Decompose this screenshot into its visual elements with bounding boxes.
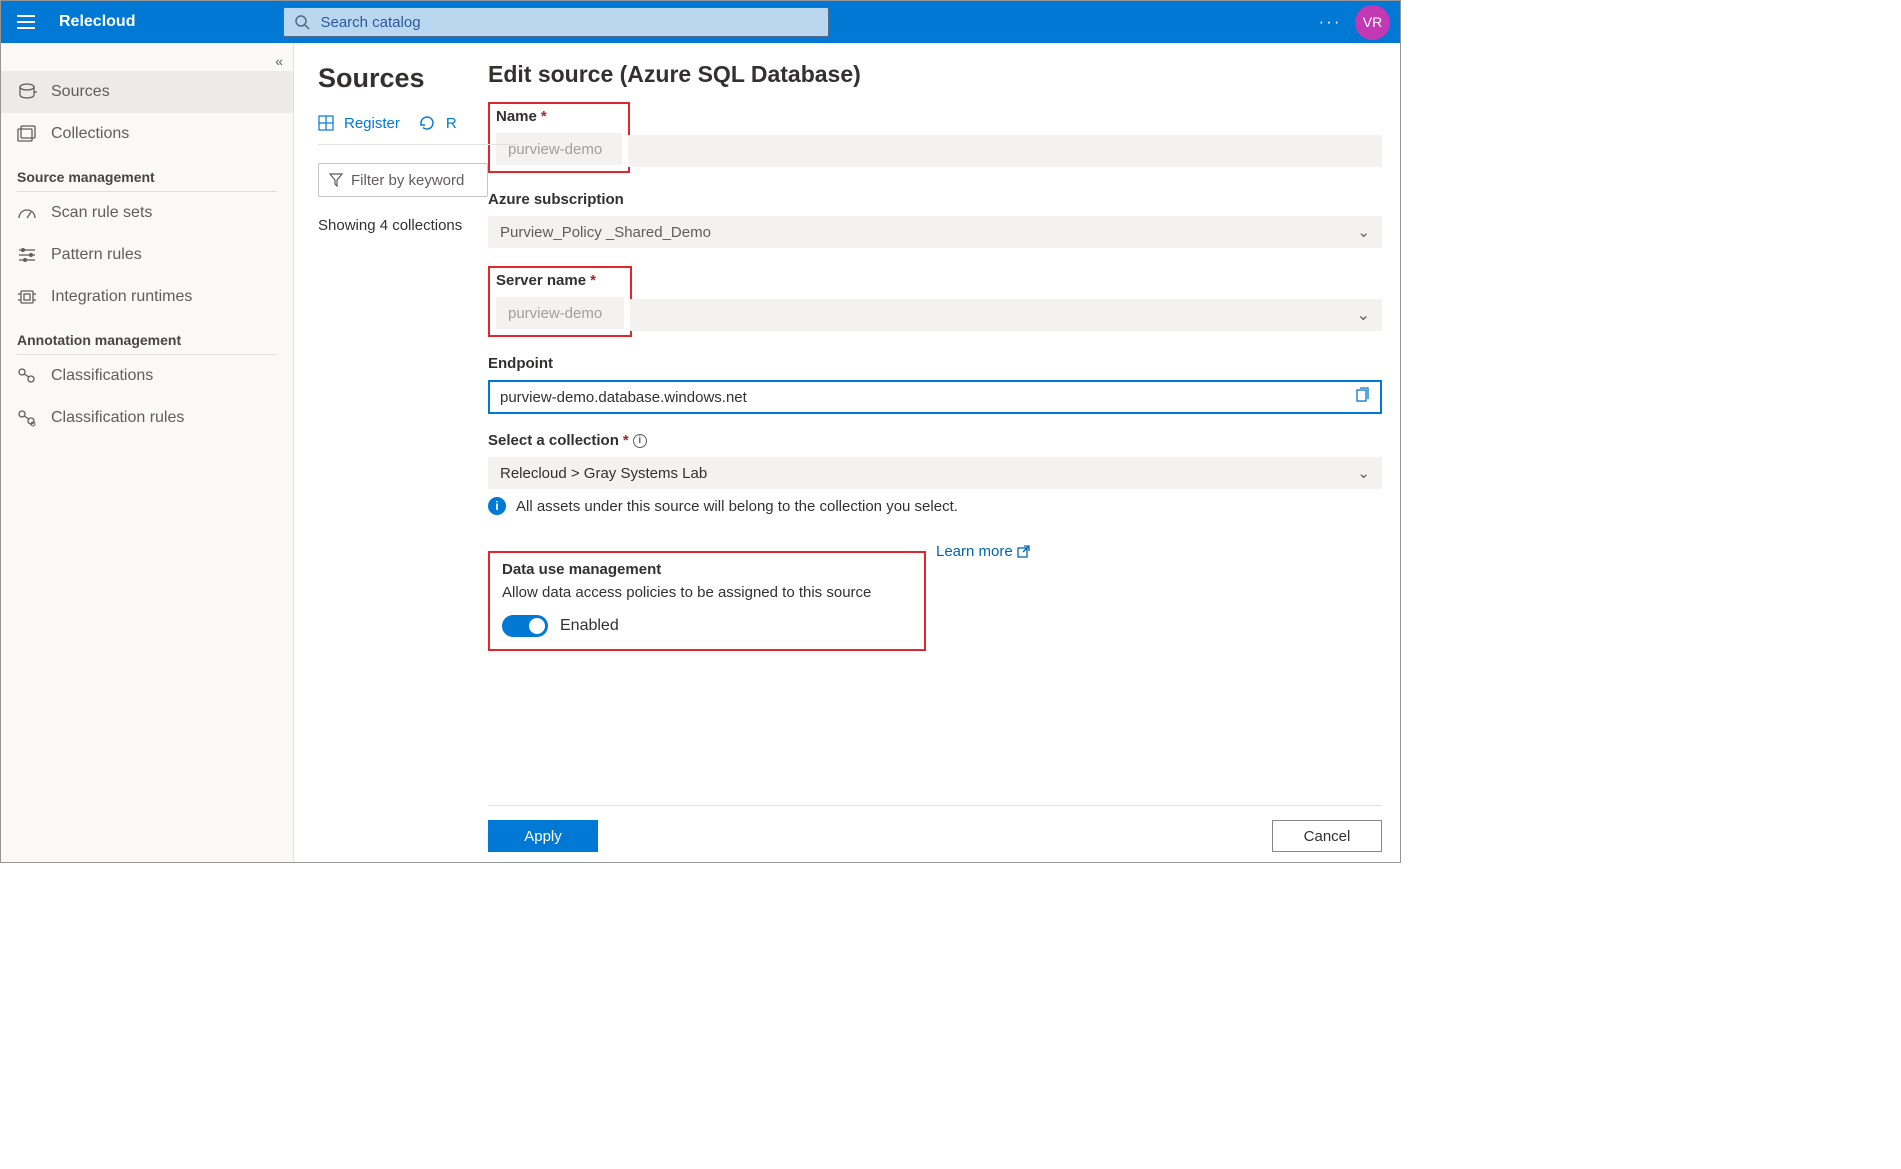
subscription-label: Azure subscription bbox=[488, 191, 624, 208]
chevron-down-icon: ⌄ bbox=[1357, 464, 1370, 482]
sidebar-item-label: Collections bbox=[51, 125, 129, 143]
chip-icon bbox=[17, 287, 37, 307]
filter-icon bbox=[329, 173, 343, 187]
server-name-highlight: Server name * purview-demo bbox=[488, 266, 632, 337]
cancel-button[interactable]: Cancel bbox=[1272, 820, 1382, 852]
data-use-desc: Allow data access policies to be assigne… bbox=[502, 584, 912, 601]
sidebar-item-pattern-rules[interactable]: Pattern rules bbox=[1, 234, 293, 276]
panel-title: Edit source (Azure SQL Database) bbox=[488, 61, 1382, 88]
subscription-select[interactable]: Purview_Policy _Shared_Demo ⌄ bbox=[488, 216, 1382, 248]
sidebar: « Sources Collections Source management … bbox=[1, 43, 294, 862]
search-input[interactable] bbox=[320, 14, 818, 31]
endpoint-label: Endpoint bbox=[488, 355, 553, 372]
collection-select[interactable]: Relecloud > Gray Systems Lab ⌄ bbox=[488, 457, 1382, 489]
grid-icon bbox=[318, 115, 334, 131]
refresh-icon[interactable] bbox=[418, 114, 436, 132]
gauge-icon bbox=[17, 203, 37, 223]
collections-icon bbox=[17, 124, 37, 144]
collapse-sidebar-button[interactable]: « bbox=[275, 53, 283, 69]
classify-rules-icon bbox=[17, 408, 37, 428]
search-box[interactable] bbox=[283, 7, 829, 37]
sources-title: Sources bbox=[318, 63, 464, 94]
refresh-label-partial: R bbox=[446, 115, 457, 132]
endpoint-input[interactable]: purview-demo.database.windows.net bbox=[488, 380, 1382, 414]
copy-icon[interactable] bbox=[1354, 387, 1370, 407]
sidebar-item-label: Sources bbox=[51, 83, 110, 101]
apply-button[interactable]: Apply bbox=[488, 820, 598, 852]
data-use-title: Data use management bbox=[502, 561, 912, 578]
edit-source-panel: Edit source (Azure SQL Database) Name * … bbox=[464, 43, 1400, 862]
sources-pane: Sources Register R Filter by keyword Sho… bbox=[294, 43, 464, 862]
sidebar-item-label: Classification rules bbox=[51, 409, 184, 427]
toggle-label: Enabled bbox=[560, 617, 619, 635]
panel-footer: Apply Cancel bbox=[488, 805, 1382, 862]
sidebar-item-label: Pattern rules bbox=[51, 246, 142, 264]
required-marker: * bbox=[541, 108, 547, 125]
sidebar-item-label: Integration runtimes bbox=[51, 288, 192, 306]
sidebar-item-label: Classifications bbox=[51, 367, 153, 385]
filter-input[interactable]: Filter by keyword bbox=[318, 163, 488, 197]
filter-placeholder: Filter by keyword bbox=[351, 172, 464, 189]
classify-icon bbox=[17, 366, 37, 386]
collection-hint: All assets under this source will belong… bbox=[516, 498, 958, 515]
user-avatar[interactable]: VR bbox=[1355, 5, 1390, 40]
top-bar: Relecloud ··· VR bbox=[1, 1, 1400, 43]
learn-more-link[interactable]: Learn more bbox=[936, 543, 1030, 560]
sidebar-section-source-management: Source management bbox=[1, 155, 293, 187]
sidebar-item-scan-rule-sets[interactable]: Scan rule sets bbox=[1, 192, 293, 234]
sidebar-item-label: Scan rule sets bbox=[51, 204, 152, 222]
sidebar-item-collections[interactable]: Collections bbox=[1, 113, 293, 155]
more-button[interactable]: ··· bbox=[1313, 12, 1347, 32]
chevron-down-icon: ⌄ bbox=[1357, 305, 1370, 325]
name-input-extend bbox=[628, 135, 1382, 167]
external-link-icon bbox=[1017, 545, 1030, 558]
server-name-extend: ⌄ bbox=[630, 299, 1382, 331]
register-button[interactable]: Register bbox=[344, 115, 400, 132]
sidebar-section-annotation-management: Annotation management bbox=[1, 318, 293, 350]
search-icon bbox=[294, 14, 310, 30]
showing-text: Showing 4 collections bbox=[318, 217, 518, 234]
data-use-toggle[interactable] bbox=[502, 615, 548, 637]
sidebar-item-classifications[interactable]: Classifications bbox=[1, 355, 293, 397]
hamburger-menu-button[interactable] bbox=[11, 7, 41, 37]
sliders-icon bbox=[17, 245, 37, 265]
sources-icon bbox=[17, 82, 37, 102]
sidebar-item-sources[interactable]: Sources bbox=[1, 71, 293, 113]
info-icon[interactable]: i bbox=[633, 434, 647, 448]
chevron-down-icon: ⌄ bbox=[1357, 223, 1370, 241]
sidebar-item-integration-runtimes[interactable]: Integration runtimes bbox=[1, 276, 293, 318]
server-name-select[interactable]: purview-demo bbox=[496, 297, 624, 329]
sidebar-item-classification-rules[interactable]: Classification rules bbox=[1, 397, 293, 439]
required-marker: * bbox=[590, 272, 596, 289]
required-marker: * bbox=[623, 432, 629, 449]
brand-title: Relecloud bbox=[59, 13, 135, 31]
info-icon: i bbox=[488, 497, 506, 515]
data-use-highlight: Data use management Allow data access po… bbox=[488, 551, 926, 651]
collection-label: Select a collection bbox=[488, 432, 619, 449]
server-name-label: Server name bbox=[496, 272, 586, 289]
